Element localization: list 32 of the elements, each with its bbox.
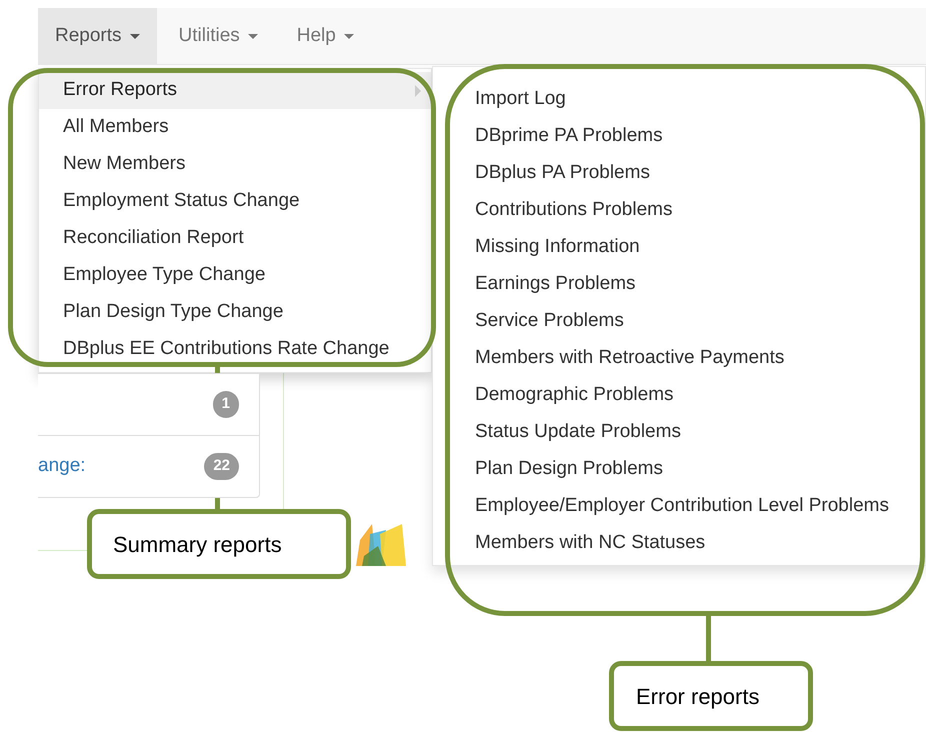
caret-icon bbox=[248, 34, 258, 38]
count-badge: 1 bbox=[212, 391, 239, 418]
link[interactable]: ange: bbox=[38, 452, 86, 481]
menu-item[interactable]: New Members bbox=[39, 146, 431, 183]
menu-tab[interactable]: Reports bbox=[38, 8, 157, 64]
callout-label: Summary reports bbox=[87, 509, 351, 579]
menu-item[interactable]: Import Log bbox=[433, 81, 925, 118]
menu-item[interactable]: Earnings Problems bbox=[433, 266, 925, 303]
menu-item[interactable]: Employee/Employer Contribution Level Problems bbox=[433, 488, 925, 525]
menu-item[interactable]: Demographic Problems bbox=[433, 377, 925, 414]
menu-item[interactable]: Plan Design Problems bbox=[433, 451, 925, 488]
menu-item[interactable]: Members with Retroactive Payments bbox=[433, 340, 925, 377]
menu-tab[interactable]: Utilities bbox=[162, 8, 275, 64]
menu-tab[interactable]: Help bbox=[280, 8, 371, 64]
menu-item[interactable]: Members with NC Statuses bbox=[433, 525, 925, 562]
callout-label: Error reports bbox=[609, 661, 813, 731]
count-badge: 22 bbox=[204, 453, 239, 480]
menu-item[interactable]: DBplus PA Problems bbox=[433, 155, 925, 192]
menu-item[interactable]: Employment Status Change bbox=[39, 183, 431, 220]
menu-item[interactable]: DBplus EE Contributions Rate Change bbox=[39, 331, 431, 368]
menu-item[interactable]: Service Problems bbox=[433, 303, 925, 340]
menu-item[interactable]: Error Reports bbox=[39, 72, 431, 109]
menu-item[interactable]: Plan Design Type Change bbox=[39, 294, 431, 331]
menu-item[interactable]: Status Update Problems bbox=[433, 414, 925, 451]
caret-icon bbox=[130, 34, 140, 38]
menu-item[interactable]: Contributions Problems bbox=[433, 192, 925, 229]
caret-icon bbox=[344, 34, 354, 38]
menu-item[interactable]: Reconciliation Report bbox=[39, 220, 431, 257]
menu-item[interactable]: All Members bbox=[39, 109, 431, 146]
menu-item[interactable]: DBprime PA Problems bbox=[433, 118, 925, 155]
menu-item[interactable]: Missing Information bbox=[433, 229, 925, 266]
menu-item[interactable]: Employee Type Change bbox=[39, 257, 431, 294]
